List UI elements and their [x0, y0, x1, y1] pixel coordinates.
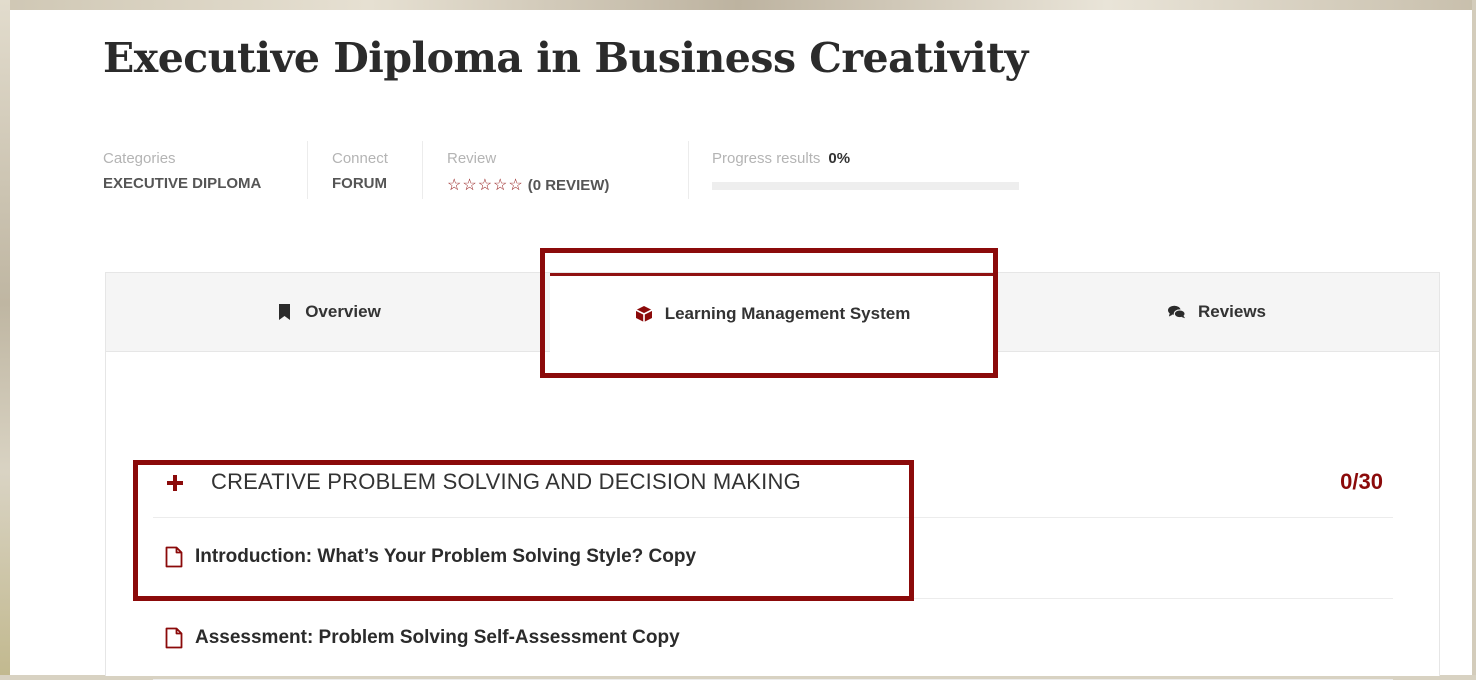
categories-link[interactable]: EXECUTIVE DIPLOMA [103, 175, 261, 192]
comments-icon [1167, 303, 1186, 321]
review-label: Review [447, 150, 497, 167]
course-card: Executive Diploma in Business Creativity… [10, 10, 1472, 680]
lesson-item[interactable]: Introduction: What’s Your Problem Solvin… [153, 518, 1393, 599]
progress-value: 0% [828, 150, 851, 167]
meta-progress: Progress results 0% [712, 150, 1019, 190]
section-title: CREATIVE PROBLEM SOLVING AND DECISION MA… [211, 469, 801, 494]
tab-label: Learning Management System [664, 304, 911, 323]
tab-reviews[interactable]: Reviews [995, 273, 1439, 351]
bookmark-icon [275, 303, 293, 321]
lesson-item[interactable]: Assessment: Problem Solving Self-Assessm… [153, 599, 1393, 680]
background-photo-left [0, 0, 10, 675]
tab-label: Reviews [1197, 302, 1267, 321]
plus-icon[interactable] [167, 475, 183, 491]
meta-review: Review ☆☆☆☆☆ (0 REVIEW) [447, 150, 609, 195]
meta-divider [307, 141, 308, 199]
curriculum-section-header[interactable]: CREATIVE PROBLEM SOLVING AND DECISION MA… [153, 461, 1393, 518]
review-rating: ☆☆☆☆☆ (0 REVIEW) [447, 175, 609, 195]
meta-connect: Connect FORUM [332, 150, 388, 192]
file-icon [165, 627, 183, 649]
connect-label: Connect [332, 150, 388, 167]
lesson-title[interactable]: Assessment: Problem Solving Self-Assessm… [195, 627, 680, 649]
page-title: Executive Diploma in Business Creativity [103, 34, 1028, 82]
categories-label: Categories [103, 150, 176, 167]
progress-bar [712, 182, 1019, 190]
meta-categories: Categories EXECUTIVE DIPLOMA [103, 150, 261, 192]
progress-label: Progress results [712, 150, 821, 167]
tab-learning-management-system[interactable]: Learning Management System [550, 273, 995, 352]
tab-bar: Overview Learning Management System Revi… [106, 273, 1439, 352]
meta-divider [688, 141, 689, 199]
progress-header: Progress results 0% [712, 150, 850, 167]
cube-icon [635, 305, 653, 323]
meta-divider [422, 141, 423, 199]
star-rating-icon: ☆☆☆☆☆ [447, 177, 524, 194]
tab-overview[interactable]: Overview [106, 273, 550, 351]
background-photo-right [1472, 0, 1476, 675]
file-icon [165, 546, 183, 568]
section-progress-count: 0/30 [1340, 469, 1383, 494]
review-count: (0 REVIEW) [527, 177, 610, 194]
lesson-title[interactable]: Introduction: What’s Your Problem Solvin… [195, 546, 696, 568]
forum-link[interactable]: FORUM [332, 175, 388, 192]
tab-label: Overview [305, 302, 381, 321]
